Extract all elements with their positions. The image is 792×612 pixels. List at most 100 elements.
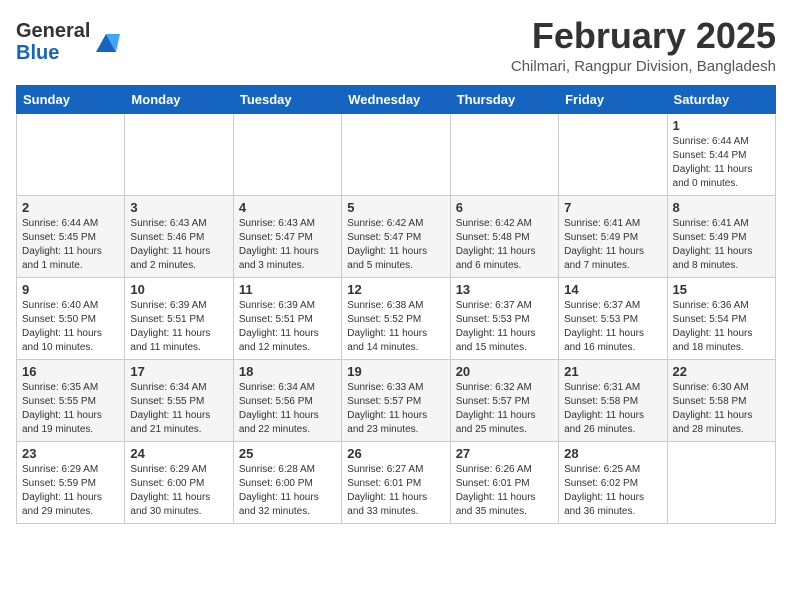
- calendar-cell: 10 Sunrise: 6:39 AM Sunset: 5:51 PM Dayli…: [125, 277, 233, 359]
- day-info: Sunrise: 6:39 AM Sunset: 5:51 PM Dayligh…: [130, 299, 227, 355]
- title-block: February 2025 Chilmari, Rangpur Division…: [511, 16, 776, 75]
- day-info: Sunrise: 6:33 AM Sunset: 5:57 PM Dayligh…: [347, 381, 444, 437]
- day-number: 22: [673, 364, 770, 379]
- day-info: Sunrise: 6:44 AM Sunset: 5:44 PM Dayligh…: [673, 135, 770, 191]
- day-info: Sunrise: 6:29 AM Sunset: 5:59 PM Dayligh…: [22, 463, 119, 519]
- calendar-cell: 5 Sunrise: 6:42 AM Sunset: 5:47 PM Daylig…: [342, 195, 450, 277]
- weekday-header: Saturday: [667, 85, 775, 113]
- day-info: Sunrise: 6:34 AM Sunset: 5:55 PM Dayligh…: [130, 381, 227, 437]
- calendar-week-row: 23 Sunrise: 6:29 AM Sunset: 5:59 PM Dayli…: [17, 441, 776, 523]
- day-number: 21: [564, 364, 661, 379]
- day-number: 26: [347, 446, 444, 461]
- calendar-cell: 2 Sunrise: 6:44 AM Sunset: 5:45 PM Daylig…: [17, 195, 125, 277]
- weekday-header: Tuesday: [233, 85, 341, 113]
- calendar-cell: 16 Sunrise: 6:35 AM Sunset: 5:55 PM Dayli…: [17, 359, 125, 441]
- calendar-cell: 12 Sunrise: 6:38 AM Sunset: 5:52 PM Dayli…: [342, 277, 450, 359]
- day-info: Sunrise: 6:41 AM Sunset: 5:49 PM Dayligh…: [673, 217, 770, 273]
- day-number: 9: [22, 282, 119, 297]
- calendar-cell: 22 Sunrise: 6:30 AM Sunset: 5:58 PM Dayli…: [667, 359, 775, 441]
- calendar-cell: 26 Sunrise: 6:27 AM Sunset: 6:01 PM Dayli…: [342, 441, 450, 523]
- weekday-header: Friday: [559, 85, 667, 113]
- calendar-cell: [342, 113, 450, 195]
- calendar-cell: 15 Sunrise: 6:36 AM Sunset: 5:54 PM Dayli…: [667, 277, 775, 359]
- day-info: Sunrise: 6:41 AM Sunset: 5:49 PM Dayligh…: [564, 217, 661, 273]
- day-number: 5: [347, 200, 444, 215]
- day-number: 18: [239, 364, 336, 379]
- calendar-table: SundayMondayTuesdayWednesdayThursdayFrid…: [16, 85, 776, 524]
- day-number: 19: [347, 364, 444, 379]
- page-header: General Blue February 2025 Chilmari, Ran…: [16, 16, 776, 75]
- day-info: Sunrise: 6:37 AM Sunset: 5:53 PM Dayligh…: [564, 299, 661, 355]
- calendar-cell: [667, 441, 775, 523]
- logo-general-text: General: [16, 20, 90, 42]
- day-info: Sunrise: 6:44 AM Sunset: 5:45 PM Dayligh…: [22, 217, 119, 273]
- day-number: 25: [239, 446, 336, 461]
- day-info: Sunrise: 6:43 AM Sunset: 5:47 PM Dayligh…: [239, 217, 336, 273]
- calendar-header-row: SundayMondayTuesdayWednesdayThursdayFrid…: [17, 85, 776, 113]
- calendar-cell: [559, 113, 667, 195]
- calendar-cell: 17Sunrise: 6:34 AM Sunset: 5:55 PM Dayli…: [125, 359, 233, 441]
- day-number: 4: [239, 200, 336, 215]
- day-number: 2: [22, 200, 119, 215]
- day-info: Sunrise: 6:26 AM Sunset: 6:01 PM Dayligh…: [456, 463, 553, 519]
- day-info: Sunrise: 6:42 AM Sunset: 5:48 PM Dayligh…: [456, 217, 553, 273]
- day-number: 13: [456, 282, 553, 297]
- calendar-week-row: 1 Sunrise: 6:44 AM Sunset: 5:44 PM Daylig…: [17, 113, 776, 195]
- calendar-week-row: 2 Sunrise: 6:44 AM Sunset: 5:45 PM Daylig…: [17, 195, 776, 277]
- calendar-cell: 3 Sunrise: 6:43 AM Sunset: 5:46 PM Daylig…: [125, 195, 233, 277]
- day-info: Sunrise: 6:31 AM Sunset: 5:58 PM Dayligh…: [564, 381, 661, 437]
- day-number: 3: [130, 200, 227, 215]
- day-number: 24: [130, 446, 227, 461]
- calendar-cell: 14Sunrise: 6:37 AM Sunset: 5:53 PM Dayli…: [559, 277, 667, 359]
- day-info: Sunrise: 6:35 AM Sunset: 5:55 PM Dayligh…: [22, 381, 119, 437]
- day-number: 16: [22, 364, 119, 379]
- calendar-cell: 1 Sunrise: 6:44 AM Sunset: 5:44 PM Daylig…: [667, 113, 775, 195]
- day-number: 11: [239, 282, 336, 297]
- calendar-cell: 11 Sunrise: 6:39 AM Sunset: 5:51 PM Dayli…: [233, 277, 341, 359]
- day-info: Sunrise: 6:42 AM Sunset: 5:47 PM Dayligh…: [347, 217, 444, 273]
- calendar-cell: 4 Sunrise: 6:43 AM Sunset: 5:47 PM Daylig…: [233, 195, 341, 277]
- calendar-cell: 13 Sunrise: 6:37 AM Sunset: 5:53 PM Dayli…: [450, 277, 558, 359]
- calendar-cell: 8 Sunrise: 6:41 AM Sunset: 5:49 PM Daylig…: [667, 195, 775, 277]
- day-number: 12: [347, 282, 444, 297]
- calendar-cell: 9Sunrise: 6:40 AM Sunset: 5:50 PM Daylig…: [17, 277, 125, 359]
- calendar-cell: 25 Sunrise: 6:28 AM Sunset: 6:00 PM Dayli…: [233, 441, 341, 523]
- day-number: 23: [22, 446, 119, 461]
- calendar-cell: 27Sunrise: 6:26 AM Sunset: 6:01 PM Dayli…: [450, 441, 558, 523]
- weekday-header: Sunday: [17, 85, 125, 113]
- day-number: 28: [564, 446, 661, 461]
- day-number: 10: [130, 282, 227, 297]
- calendar-cell: 7Sunrise: 6:41 AM Sunset: 5:49 PM Daylig…: [559, 195, 667, 277]
- calendar-cell: 24Sunrise: 6:29 AM Sunset: 6:00 PM Dayli…: [125, 441, 233, 523]
- day-info: Sunrise: 6:25 AM Sunset: 6:02 PM Dayligh…: [564, 463, 661, 519]
- calendar-cell: [233, 113, 341, 195]
- calendar-cell: 20 Sunrise: 6:32 AM Sunset: 5:57 PM Dayli…: [450, 359, 558, 441]
- calendar-cell: 21 Sunrise: 6:31 AM Sunset: 5:58 PM Dayli…: [559, 359, 667, 441]
- calendar-week-row: 9Sunrise: 6:40 AM Sunset: 5:50 PM Daylig…: [17, 277, 776, 359]
- day-info: Sunrise: 6:27 AM Sunset: 6:01 PM Dayligh…: [347, 463, 444, 519]
- calendar-cell: 28 Sunrise: 6:25 AM Sunset: 6:02 PM Dayli…: [559, 441, 667, 523]
- weekday-header: Wednesday: [342, 85, 450, 113]
- day-number: 6: [456, 200, 553, 215]
- day-number: 20: [456, 364, 553, 379]
- calendar-cell: [450, 113, 558, 195]
- day-info: Sunrise: 6:36 AM Sunset: 5:54 PM Dayligh…: [673, 299, 770, 355]
- day-info: Sunrise: 6:32 AM Sunset: 5:57 PM Dayligh…: [456, 381, 553, 437]
- logo-icon: [92, 28, 120, 56]
- logo: General Blue: [16, 20, 120, 64]
- calendar-week-row: 16 Sunrise: 6:35 AM Sunset: 5:55 PM Dayli…: [17, 359, 776, 441]
- logo-blue-text: Blue: [16, 42, 59, 64]
- day-info: Sunrise: 6:28 AM Sunset: 6:00 PM Dayligh…: [239, 463, 336, 519]
- calendar-cell: 18Sunrise: 6:34 AM Sunset: 5:56 PM Dayli…: [233, 359, 341, 441]
- month-title: February 2025: [511, 16, 776, 56]
- day-info: Sunrise: 6:39 AM Sunset: 5:51 PM Dayligh…: [239, 299, 336, 355]
- day-number: 15: [673, 282, 770, 297]
- day-number: 8: [673, 200, 770, 215]
- calendar-cell: 23 Sunrise: 6:29 AM Sunset: 5:59 PM Dayli…: [17, 441, 125, 523]
- day-info: Sunrise: 6:38 AM Sunset: 5:52 PM Dayligh…: [347, 299, 444, 355]
- calendar-cell: [125, 113, 233, 195]
- day-info: Sunrise: 6:37 AM Sunset: 5:53 PM Dayligh…: [456, 299, 553, 355]
- day-number: 1: [673, 118, 770, 133]
- day-info: Sunrise: 6:30 AM Sunset: 5:58 PM Dayligh…: [673, 381, 770, 437]
- day-info: Sunrise: 6:43 AM Sunset: 5:46 PM Dayligh…: [130, 217, 227, 273]
